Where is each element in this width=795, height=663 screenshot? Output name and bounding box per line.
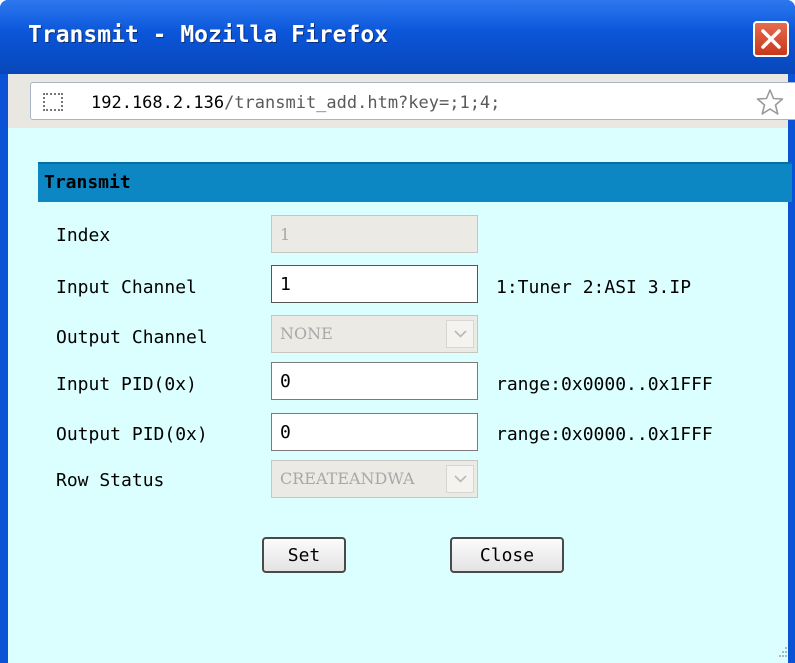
section-header: Transmit [38,162,792,202]
row-status-select[interactable]: CREATEANDWA [271,460,478,498]
input-pid-field[interactable] [271,362,478,400]
output-channel-dropdown-button[interactable] [446,320,474,348]
row-status-dropdown-button[interactable] [446,465,474,493]
row-status-label: Row Status [56,470,165,491]
address-bar[interactable]: 192.168.2.136/transmit_add.htm?key=;1;4; [30,82,795,120]
input-pid-hint: range:0x0000..0x1FFF [496,374,713,395]
section-title: Transmit [44,172,131,193]
output-channel-value: NONE [280,324,333,343]
url-host: 192.168.2.136 [91,93,225,113]
output-pid-field[interactable] [271,413,478,451]
chevron-down-icon [454,330,467,338]
url-path: /transmit_add.htm?key=;1;4; [224,93,501,113]
navigation-toolbar: 192.168.2.136/transmit_add.htm?key=;1;4; [8,74,795,128]
chevron-down-icon [454,475,467,483]
output-pid-hint: range:0x0000..0x1FFF [496,424,713,445]
window-close-button[interactable] [753,21,789,57]
output-channel-select[interactable]: NONE [271,315,478,353]
input-channel-label: Input Channel [56,277,197,298]
star-icon[interactable] [756,88,784,116]
url-text[interactable]: 192.168.2.136/transmit_add.htm?key=;1;4; [91,93,500,113]
output-pid-label: Output PID(0x) [56,424,208,445]
close-x-icon [761,29,781,49]
input-channel-field[interactable] [271,265,478,303]
set-button[interactable]: Set [262,537,346,573]
index-field[interactable] [271,215,478,253]
browser-popup-window: Transmit - Mozilla Firefox 192.168.2.136… [0,0,795,663]
row-status-value: CREATEANDWA [280,469,415,488]
resize-grip-icon[interactable] [778,646,788,658]
title-bar[interactable]: Transmit - Mozilla Firefox [0,0,795,74]
output-channel-label: Output Channel [56,327,208,348]
window-title: Transmit - Mozilla Firefox [28,22,389,48]
index-label: Index [56,225,111,246]
input-channel-hint: 1:Tuner 2:ASI 3.IP [496,277,692,298]
page-icon[interactable] [43,93,63,111]
page-content: Transmit Index Input Channel 1:Tuner 2:A… [8,128,792,663]
close-button[interactable]: Close [450,537,564,573]
input-pid-label: Input PID(0x) [56,374,197,395]
